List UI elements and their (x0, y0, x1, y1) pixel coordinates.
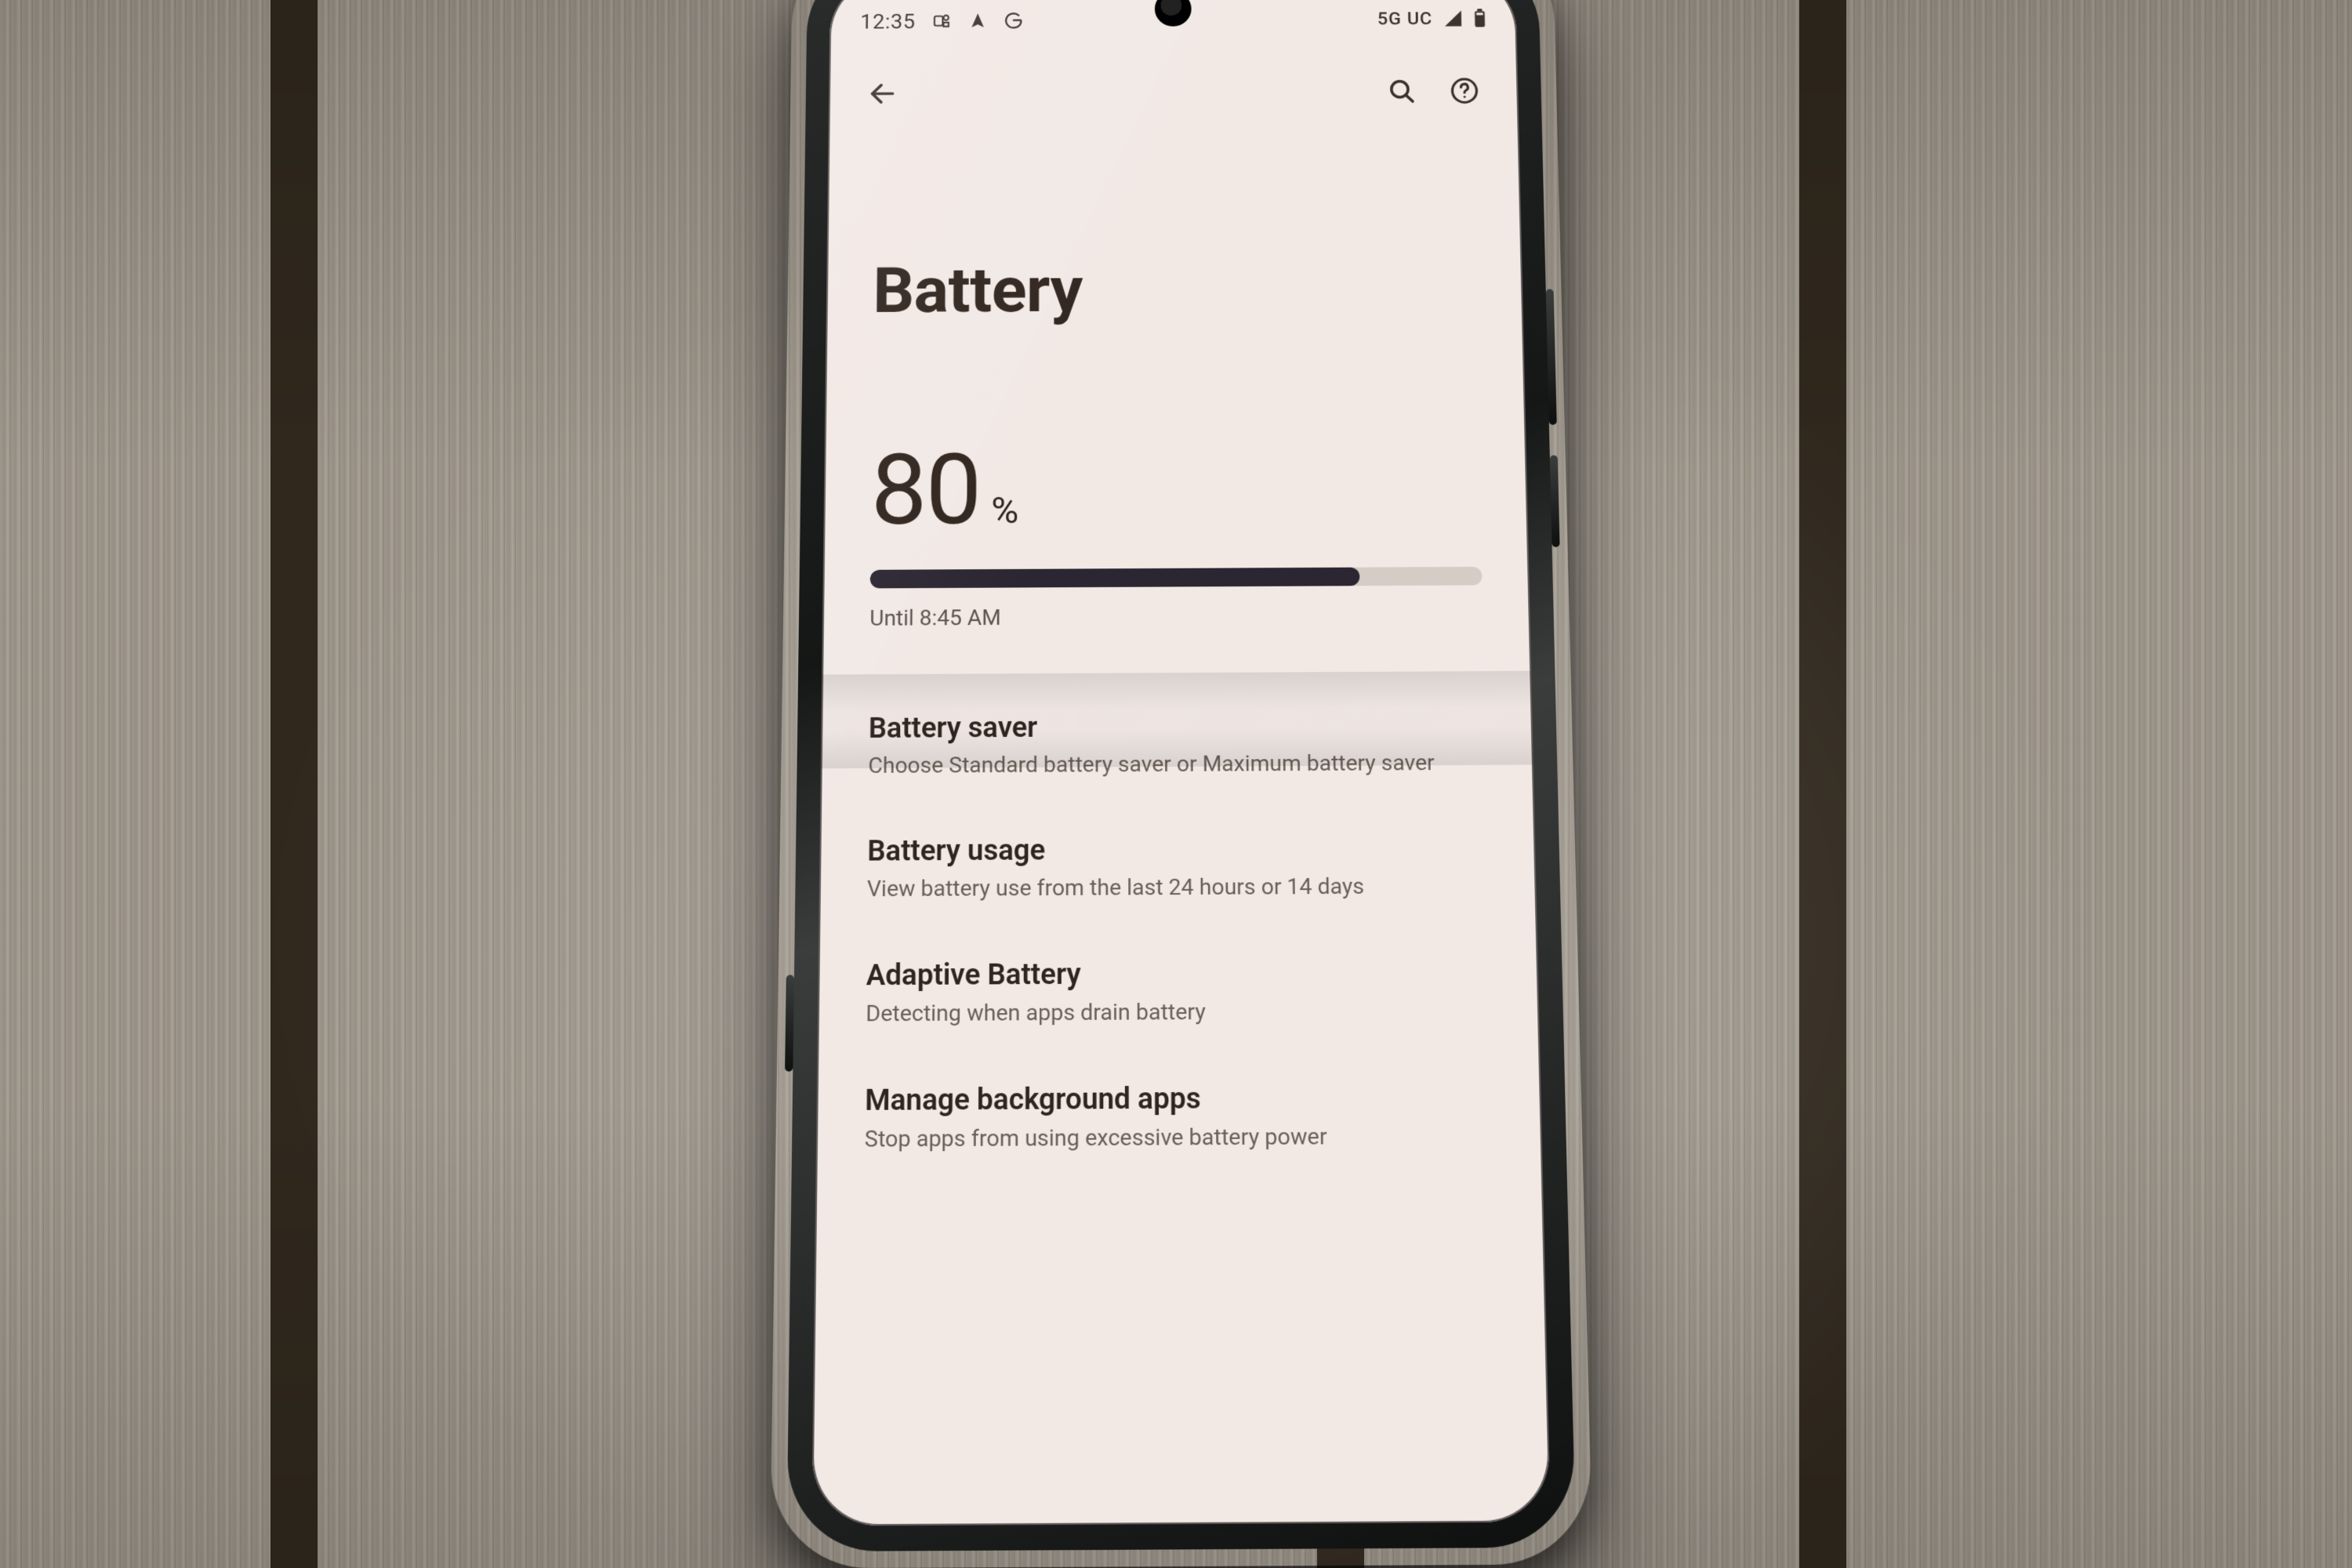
status-network-label: 5G UC (1377, 9, 1433, 29)
list-item-subtitle: View battery use from the last 24 hours … (867, 870, 1489, 903)
list-item-subtitle: Choose Standard battery saver or Maximum… (868, 748, 1486, 781)
app-bar (829, 39, 1519, 121)
battery-estimate: Until 8:45 AM (869, 602, 1483, 631)
list-item-title: Battery saver (869, 709, 1486, 745)
list-item-adaptive-battery[interactable]: Adaptive Battery Detecting when apps dra… (866, 927, 1492, 1056)
search-icon (1386, 76, 1417, 106)
list-item-subtitle: Stop apps from using excessive battery p… (865, 1121, 1494, 1155)
battery-percent-value: 80 (870, 433, 980, 548)
teams-notification-icon (932, 12, 952, 31)
help-button[interactable] (1436, 64, 1493, 118)
settings-list: Battery saver Choose Standard battery sa… (815, 627, 1543, 1183)
help-icon (1449, 76, 1480, 106)
list-item-title: Adaptive Battery (866, 955, 1491, 992)
list-item-subtitle: Detecting when apps drain battery (866, 995, 1491, 1029)
battery-summary: 80 % Until 8:45 AM (822, 325, 1530, 631)
status-time: 12:35 (860, 9, 916, 34)
maps-notification-icon (969, 12, 987, 29)
arrow-left-icon (867, 79, 898, 109)
search-button[interactable] (1374, 64, 1429, 118)
google-notification-icon (1004, 11, 1023, 30)
phone-device: 12:35 (786, 0, 1576, 1552)
phone-screen: 12:35 (811, 0, 1551, 1526)
list-item-title: Manage background apps (865, 1080, 1493, 1118)
battery-progress-bar (870, 567, 1483, 589)
list-item-manage-background-apps[interactable]: Manage background apps Stop apps from us… (864, 1053, 1494, 1183)
list-item-title: Battery usage (867, 831, 1488, 868)
screen-bottom-fade (811, 1472, 1551, 1526)
battery-status-icon (1473, 9, 1486, 27)
back-button[interactable] (855, 67, 910, 121)
list-item-battery-saver[interactable]: Battery saver Choose Standard battery sa… (868, 682, 1486, 808)
page-title: Battery (826, 117, 1524, 328)
list-item-battery-usage[interactable]: Battery usage View battery use from the … (866, 804, 1489, 931)
battery-percent-symbol: % (991, 488, 1018, 532)
phone-frame: 12:35 (786, 0, 1576, 1552)
battery-progress-fill (870, 568, 1360, 589)
signal-icon (1443, 9, 1464, 27)
